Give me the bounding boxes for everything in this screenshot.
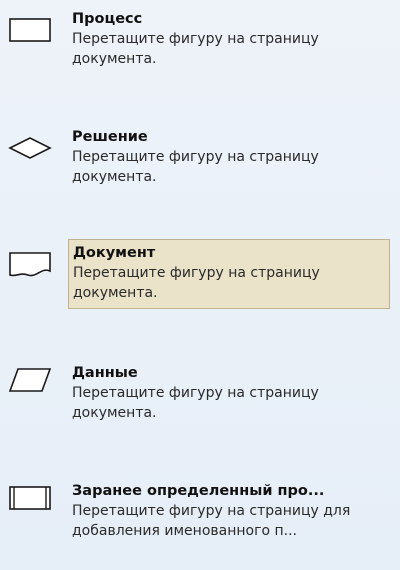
shape-list: Процесс Перетащите фигуру на страницу до…	[0, 0, 400, 570]
shape-description: Перетащите фигуру на страницу документа.	[72, 149, 319, 185]
shape-item-data[interactable]: Данные Перетащите фигуру на страницу док…	[0, 360, 400, 460]
shape-item-process[interactable]: Процесс Перетащите фигуру на страницу до…	[0, 6, 400, 106]
shape-description: Перетащите фигуру на страницу документа.	[73, 265, 320, 301]
data-parallelogram-icon[interactable]	[8, 366, 54, 396]
shape-description: Перетащите фигуру на страницу документа.	[72, 385, 319, 421]
decision-diamond-icon[interactable]	[8, 136, 54, 166]
shape-title: Процесс	[72, 11, 143, 27]
shape-item-text: Заранее определенный про... Перетащите ф…	[68, 478, 394, 546]
shape-item-text: Данные Перетащите фигуру на страницу док…	[68, 360, 394, 428]
shape-item-text: Документ Перетащите фигуру на страницу д…	[68, 239, 390, 309]
shape-item-decision[interactable]: Решение Перетащите фигуру на страницу до…	[0, 124, 400, 224]
shape-item-text: Решение Перетащите фигуру на страницу до…	[68, 124, 394, 192]
shape-description: Перетащите фигуру на страницу для добавл…	[72, 503, 351, 539]
shape-item-document[interactable]: Документ Перетащите фигуру на страницу д…	[0, 239, 400, 332]
shape-description: Перетащите фигуру на страницу документа.	[72, 31, 319, 67]
document-shape-icon[interactable]	[8, 250, 54, 280]
shape-title: Документ	[73, 245, 156, 261]
shape-title: Решение	[72, 129, 148, 145]
shape-item-text: Процесс Перетащите фигуру на страницу до…	[68, 6, 394, 74]
shape-title: Заранее определенный про...	[72, 483, 325, 499]
shape-item-predefined-process[interactable]: Заранее определенный про... Перетащите ф…	[0, 478, 400, 568]
predefined-process-icon[interactable]	[8, 484, 54, 514]
shape-title: Данные	[72, 365, 138, 381]
process-rectangle-icon[interactable]	[8, 16, 54, 46]
